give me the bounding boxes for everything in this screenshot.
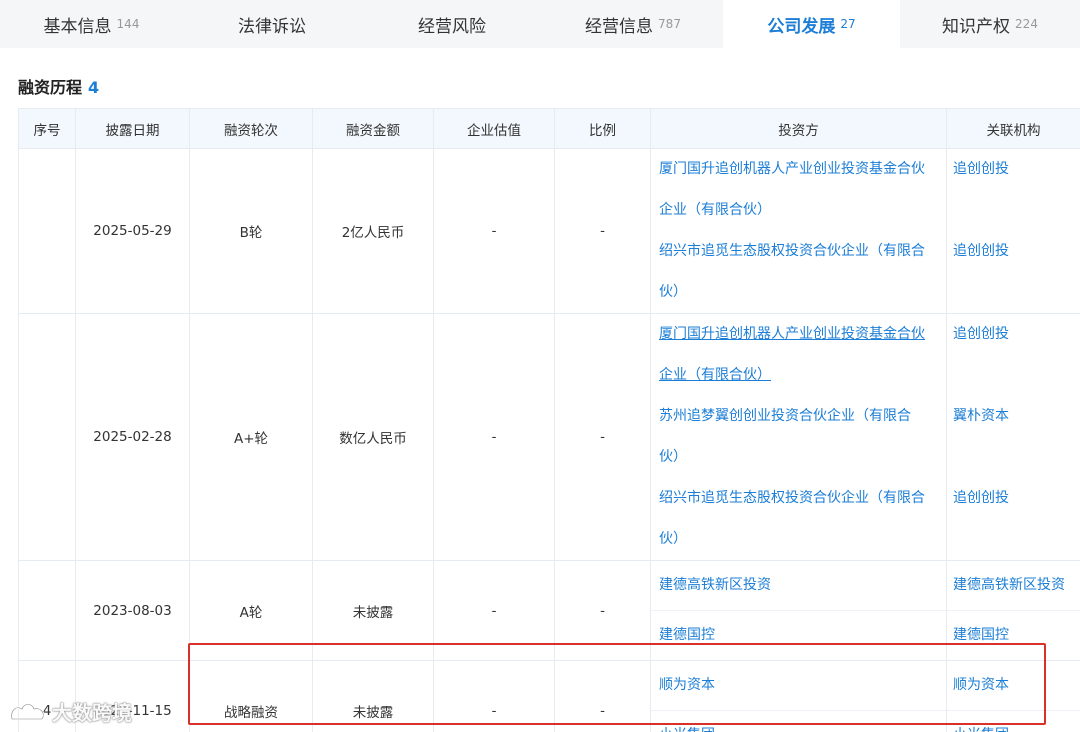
investor-name-line: 苏州追梦翼创创业投资合伙企业（有限合 bbox=[659, 408, 911, 424]
section-title: 融资历程 4 bbox=[18, 74, 99, 98]
investor-link[interactable]: 厦门国升追创机器人产业创业投资基金合伙 企业（有限合伙） bbox=[659, 314, 938, 396]
tab-legal[interactable]: 法律诉讼 bbox=[183, 0, 361, 48]
tab-count: 144 bbox=[116, 17, 140, 31]
header-valuation: 企业估值 bbox=[433, 108, 555, 149]
tab-label: 经营信息 bbox=[585, 16, 654, 37]
section-count: 4 bbox=[88, 78, 100, 97]
tab-label: 基本信息 bbox=[43, 16, 112, 37]
tab-label: 知识产权 bbox=[942, 16, 1011, 37]
watermark-text: 大数跨境 bbox=[52, 701, 132, 725]
cell-valuation: - bbox=[433, 660, 555, 732]
cell-amount: 数亿人民币 bbox=[312, 313, 434, 561]
investor-name-line: 企业（有限合伙） bbox=[659, 367, 771, 383]
tab-label: 经营风险 bbox=[418, 16, 486, 37]
cell-round: A+轮 bbox=[189, 313, 313, 561]
cell-date: 2023-08-03 bbox=[75, 560, 190, 661]
investor-name-line: 绍兴市追觅生态股权投资合伙企业（有限合 bbox=[659, 490, 925, 506]
investor-name-line: 伙） bbox=[659, 284, 687, 300]
org-link[interactable]: 翼朴资本 bbox=[947, 396, 1080, 437]
investor-link[interactable]: 苏州追梦翼创创业投资合伙企业（有限合 伙） bbox=[659, 396, 938, 478]
cell-valuation: - bbox=[433, 313, 555, 561]
cell-orgs: 追创创投 翼朴资本 追创创投 bbox=[946, 313, 1080, 561]
cell-index bbox=[18, 313, 76, 561]
cell-index bbox=[18, 560, 76, 661]
org-link[interactable]: 建德高铁新区投资 bbox=[947, 561, 1080, 611]
org-link[interactable]: 建德国控 bbox=[947, 611, 1080, 660]
header-orgs: 关联机构 bbox=[946, 108, 1080, 149]
investor-name-line: 厦门国升追创机器人产业创业投资基金合伙 bbox=[659, 326, 925, 342]
header-round: 融资轮次 bbox=[189, 108, 313, 149]
investor-link[interactable]: 厦门国升追创机器人产业创业投资基金合伙 企业（有限合伙） bbox=[659, 149, 938, 231]
investor-link[interactable]: 绍兴市追觅生态股权投资合伙企业（有限合 伙） bbox=[659, 231, 938, 313]
financing-table: 序号 披露日期 融资轮次 融资金额 企业估值 比例 投资方 关联机构 2025-… bbox=[18, 108, 1080, 732]
investor-name-line: 企业（有限合伙） bbox=[659, 202, 771, 218]
investor-name-line: 伙） bbox=[659, 449, 687, 465]
cell-valuation: - bbox=[433, 148, 555, 314]
org-link[interactable]: 小米集团 bbox=[947, 711, 1080, 732]
cell-ratio: - bbox=[554, 148, 651, 314]
cell-investors: 顺为资本 小米集团 bbox=[650, 660, 947, 732]
tab-label: 公司发展 bbox=[767, 16, 836, 37]
org-link[interactable]: 追创创投 bbox=[947, 314, 1080, 355]
investor-link[interactable]: 顺为资本 bbox=[651, 661, 946, 711]
header-date: 披露日期 bbox=[75, 108, 190, 149]
cell-ratio: - bbox=[554, 560, 651, 661]
org-link[interactable]: 追创创投 bbox=[947, 231, 1080, 272]
table-row: 4 2021-11-15 战略融资 未披露 - - 顺为资本 小米集团 顺为资本… bbox=[18, 660, 1080, 732]
tab-risk[interactable]: 经营风险 bbox=[361, 0, 543, 48]
cell-investors: 厦门国升追创机器人产业创业投资基金合伙 企业（有限合伙） 绍兴市追觅生态股权投资… bbox=[650, 148, 947, 314]
company-tabs: 基本信息 144 法律诉讼 经营风险 经营信息 787 公司发展 27 知识产权 224 bbox=[0, 0, 1080, 48]
cell-index bbox=[18, 148, 76, 314]
org-link[interactable]: 追创创投 bbox=[947, 149, 1080, 190]
investor-name-line: 绍兴市追觅生态股权投资合伙企业（有限合 bbox=[659, 243, 925, 259]
investor-name-line: 伙） bbox=[659, 531, 687, 547]
cell-investors: 建德高铁新区投资 建德国控 bbox=[650, 560, 947, 661]
cell-orgs: 顺为资本 小米集团 bbox=[946, 660, 1080, 732]
table-row: 2025-05-29 B轮 2亿人民币 - - 厦门国升追创机器人产业创业投资基… bbox=[18, 148, 1080, 314]
cell-date: 2025-05-29 bbox=[75, 148, 190, 314]
table-header-row: 序号 披露日期 融资轮次 融资金额 企业估值 比例 投资方 关联机构 bbox=[18, 108, 1080, 149]
investor-link[interactable]: 绍兴市追觅生态股权投资合伙企业（有限合 伙） bbox=[659, 478, 938, 560]
tab-basic-info[interactable]: 基本信息 144 bbox=[0, 0, 183, 48]
cell-amount: 未披露 bbox=[312, 660, 434, 732]
org-link[interactable]: 顺为资本 bbox=[947, 661, 1080, 711]
cell-round: 战略融资 bbox=[189, 660, 313, 732]
watermark-logo-icon bbox=[10, 702, 45, 720]
tab-ip[interactable]: 知识产权 224 bbox=[900, 0, 1080, 48]
tab-count: 27 bbox=[840, 17, 856, 31]
cell-amount: 未披露 bbox=[312, 560, 434, 661]
header-index: 序号 bbox=[18, 108, 76, 149]
tab-development[interactable]: 公司发展 27 bbox=[723, 0, 900, 48]
table-row: 2025-02-28 A+轮 数亿人民币 - - 厦门国升追创机器人产业创业投资… bbox=[18, 313, 1080, 561]
investor-name-line: 厦门国升追创机器人产业创业投资基金合伙 bbox=[659, 161, 925, 177]
tab-count: 224 bbox=[1015, 17, 1038, 31]
cell-round: B轮 bbox=[189, 148, 313, 314]
cell-date: 2025-02-28 bbox=[75, 313, 190, 561]
tab-label: 法律诉讼 bbox=[238, 16, 306, 37]
header-ratio: 比例 bbox=[554, 108, 651, 149]
section-title-text: 融资历程 bbox=[18, 78, 83, 97]
cell-round: A轮 bbox=[189, 560, 313, 661]
investor-link[interactable]: 建德高铁新区投资 bbox=[651, 561, 946, 611]
header-investors: 投资方 bbox=[650, 108, 947, 149]
investor-link[interactable]: 小米集团 bbox=[651, 711, 946, 732]
cell-valuation: - bbox=[433, 560, 555, 661]
header-amount: 融资金额 bbox=[312, 108, 434, 149]
investor-link[interactable]: 建德国控 bbox=[651, 611, 946, 660]
tab-count: 787 bbox=[658, 17, 681, 31]
tab-operation[interactable]: 经营信息 787 bbox=[543, 0, 723, 48]
cell-orgs: 追创创投 追创创投 bbox=[946, 148, 1080, 314]
cell-orgs: 建德高铁新区投资 建德国控 bbox=[946, 560, 1080, 661]
cell-amount: 2亿人民币 bbox=[312, 148, 434, 314]
cell-investors: 厦门国升追创机器人产业创业投资基金合伙 企业（有限合伙） 苏州追梦翼创创业投资合… bbox=[650, 313, 947, 561]
table-row: 2023-08-03 A轮 未披露 - - 建德高铁新区投资 建德国控 建德高铁… bbox=[18, 560, 1080, 661]
watermark: 大数跨境 bbox=[8, 697, 132, 726]
cell-ratio: - bbox=[554, 313, 651, 561]
org-link[interactable]: 追创创投 bbox=[947, 478, 1080, 519]
cell-ratio: - bbox=[554, 660, 651, 732]
